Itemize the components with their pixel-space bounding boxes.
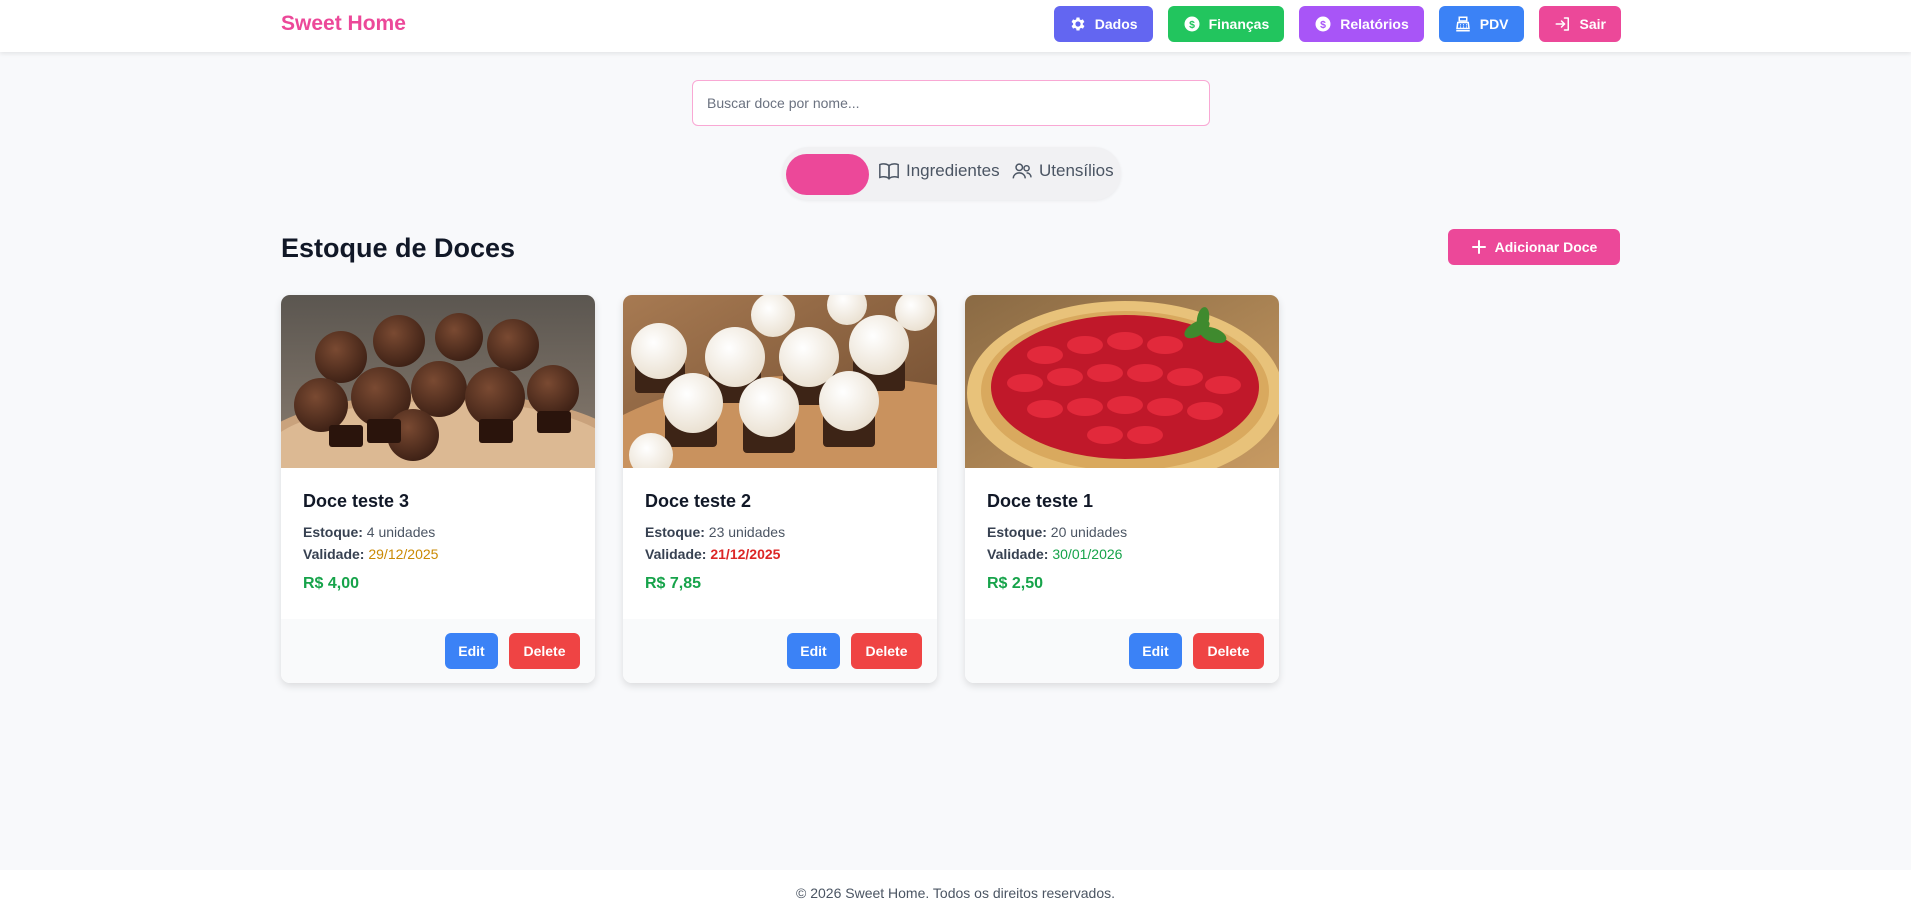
page-footer: © 2026 Sweet Home. Todos os direitos res… [0, 870, 1911, 916]
brigadeiros-photo [281, 295, 595, 468]
stock-value: 20 unidades [1050, 524, 1128, 540]
brand-logo[interactable]: Sweet Home [281, 12, 406, 36]
product-card: Doce teste 3 Estoque: 4 unidades Validad… [281, 295, 595, 683]
nav-financas-button[interactable]: $ Finanças [1167, 6, 1285, 42]
nav-sair-button[interactable]: Sair [1538, 6, 1621, 42]
product-card: Doce teste 1 Estoque: 20 unidades Valida… [965, 295, 1279, 683]
card-actions: Edit Delete [965, 619, 1279, 683]
logout-icon [1554, 15, 1572, 33]
tab-utensilios-label: Utensílios [1039, 161, 1114, 180]
tab-ingredientes[interactable]: Ingredientes [878, 160, 1000, 182]
stock-line: Estoque: 4 unidades [303, 524, 435, 540]
validity-value: 29/12/2025 [368, 546, 439, 562]
product-name: Doce teste 1 [987, 491, 1094, 511]
validity-label: Validade: [645, 546, 707, 562]
nav-dados-button[interactable]: Dados [1053, 6, 1153, 42]
tab-ingredientes-label: Ingredientes [906, 161, 1000, 180]
users-icon [1011, 160, 1033, 182]
stock-label: Estoque: [987, 524, 1047, 540]
stock-line: Estoque: 20 unidades [987, 524, 1127, 540]
validity-line: Validade: 29/12/2025 [303, 546, 438, 562]
gear-icon [1069, 15, 1087, 33]
edit-button[interactable]: Edit [787, 633, 840, 669]
nav-financas-label: Finanças [1208, 16, 1270, 32]
copyright-text: © 2026 Sweet Home. Todos os direitos res… [796, 885, 1115, 901]
validity-value: 30/01/2026 [1052, 546, 1123, 562]
validity-label: Validade: [987, 546, 1049, 562]
nav-pdv-button[interactable]: PDV [1438, 6, 1524, 42]
beijinhos-photo [623, 295, 937, 468]
stock-value: 4 unidades [366, 524, 436, 540]
delete-button[interactable]: Delete [509, 633, 580, 669]
book-open-icon [878, 160, 900, 182]
dollar-circle-icon: $ [1183, 15, 1201, 33]
product-price: R$ 4,00 [303, 575, 360, 592]
svg-text:$: $ [1320, 19, 1326, 31]
delete-button[interactable]: Delete [1193, 633, 1264, 669]
add-doce-button[interactable]: Adicionar Doce [1448, 229, 1620, 265]
card-actions: Edit Delete [623, 619, 937, 683]
nav-sair-label: Sair [1579, 16, 1606, 32]
product-name: Doce teste 2 [645, 491, 752, 511]
product-price: R$ 7,85 [645, 575, 702, 592]
page-title: Estoque de Doces [281, 233, 516, 263]
product-name: Doce teste 3 [303, 491, 410, 511]
category-tabs: Ingredientes Utensílios [782, 147, 1121, 200]
edit-button[interactable]: Edit [1129, 633, 1182, 669]
top-navbar: Sweet Home Dados $ Finanças $ Relatórios… [0, 0, 1911, 52]
dollar-circle-icon: $ [1314, 15, 1332, 33]
nav-relatorios-label: Relatórios [1340, 16, 1409, 32]
add-doce-label: Adicionar Doce [1494, 239, 1598, 255]
nav-pdv-label: PDV [1479, 16, 1509, 32]
stock-label: Estoque: [303, 524, 363, 540]
stock-label: Estoque: [645, 524, 705, 540]
nav-dados-label: Dados [1094, 16, 1138, 32]
product-card: Doce teste 2 Estoque: 23 unidades Valida… [623, 295, 937, 683]
validity-line: Validade: 21/12/2025 [645, 546, 780, 562]
strawberry-tart-photo [965, 295, 1279, 468]
stock-value: 23 unidades [708, 524, 786, 540]
validity-line: Validade: 30/01/2026 [987, 546, 1122, 562]
nav-relatorios-button[interactable]: $ Relatórios [1299, 6, 1424, 42]
edit-button[interactable]: Edit [445, 633, 498, 669]
tab-doces[interactable] [786, 154, 869, 195]
delete-button[interactable]: Delete [851, 633, 922, 669]
product-price: R$ 2,50 [987, 575, 1044, 592]
nav-buttons: Dados $ Finanças $ Relatórios PDV Sair [1053, 6, 1621, 42]
stock-line: Estoque: 23 unidades [645, 524, 785, 540]
card-actions: Edit Delete [281, 619, 595, 683]
tab-utensilios[interactable]: Utensílios [1011, 160, 1114, 182]
cash-register-icon [1454, 15, 1472, 33]
svg-text:$: $ [1189, 19, 1195, 31]
plus-icon [1471, 239, 1487, 255]
search-input[interactable] [692, 80, 1210, 126]
validity-label: Validade: [303, 546, 365, 562]
validity-value: 21/12/2025 [710, 546, 781, 562]
